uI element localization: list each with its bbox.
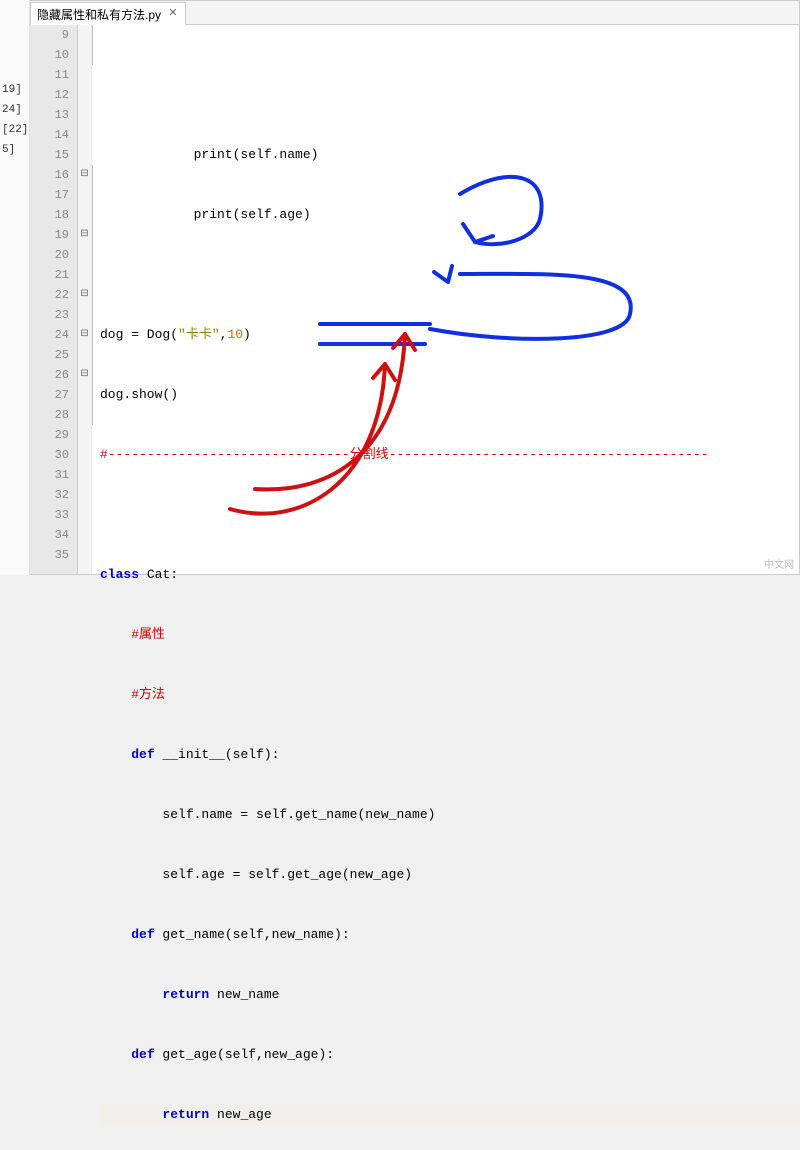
line-number: 26 bbox=[30, 365, 69, 385]
tab-filename: 隐藏属性和私有方法.py bbox=[37, 6, 161, 23]
line-number: 30 bbox=[30, 445, 69, 465]
line-number: 35 bbox=[30, 545, 69, 565]
line-number: 16 bbox=[30, 165, 69, 185]
line-number-gutter: 9101112131415161718192021222324252627282… bbox=[30, 25, 78, 574]
file-tab[interactable]: 隐藏属性和私有方法.py ✕ bbox=[30, 2, 186, 25]
line-number: 18 bbox=[30, 205, 69, 225]
fold-spacer bbox=[78, 25, 91, 45]
code-line[interactable]: self.name = self.get_name(new_name) bbox=[100, 805, 799, 825]
side-panel: 19] 24] [22] 5] bbox=[0, 0, 30, 575]
code-line[interactable]: def get_age(self,new_age): bbox=[100, 1045, 799, 1065]
line-number: 29 bbox=[30, 425, 69, 445]
code-content[interactable]: print(self.name) print(self.age) dog = D… bbox=[92, 25, 799, 574]
code-line[interactable]: dog = Dog("卡卡",10) bbox=[100, 325, 799, 345]
fold-spacer bbox=[78, 485, 91, 505]
fold-spacer bbox=[78, 545, 91, 565]
side-item: [22] bbox=[0, 120, 29, 140]
side-item: 19] bbox=[0, 80, 29, 100]
code-line[interactable]: #方法 bbox=[100, 685, 799, 705]
line-number: 10 bbox=[30, 45, 69, 65]
line-number: 22 bbox=[30, 285, 69, 305]
fold-spacer bbox=[78, 125, 91, 145]
fold-toggle-icon[interactable]: ⊟ bbox=[78, 225, 91, 245]
line-number: 9 bbox=[30, 25, 69, 45]
block-guide bbox=[92, 25, 93, 65]
fold-spacer bbox=[78, 45, 91, 65]
fold-spacer bbox=[78, 465, 91, 485]
fold-spacer bbox=[78, 345, 91, 365]
code-line[interactable]: def __init__(self): bbox=[100, 745, 799, 765]
fold-spacer bbox=[78, 505, 91, 525]
line-number: 12 bbox=[30, 85, 69, 105]
code-line[interactable]: class Cat: bbox=[100, 565, 799, 585]
fold-spacer bbox=[78, 145, 91, 165]
fold-spacer bbox=[78, 265, 91, 285]
tab-bar: 隐藏属性和私有方法.py ✕ bbox=[30, 1, 799, 25]
code-line[interactable]: self.age = self.get_age(new_age) bbox=[100, 865, 799, 885]
editor: 隐藏属性和私有方法.py ✕ 9101112131415161718192021… bbox=[30, 0, 800, 575]
line-number: 13 bbox=[30, 105, 69, 125]
block-guide bbox=[92, 165, 93, 425]
code-line[interactable] bbox=[100, 265, 799, 285]
line-number: 21 bbox=[30, 265, 69, 285]
fold-spacer bbox=[78, 65, 91, 85]
code-area[interactable]: 9101112131415161718192021222324252627282… bbox=[30, 25, 799, 574]
fold-spacer bbox=[78, 385, 91, 405]
fold-spacer bbox=[78, 525, 91, 545]
line-number: 28 bbox=[30, 405, 69, 425]
code-line[interactable]: #-------------------------------分割线-----… bbox=[100, 445, 799, 465]
code-line[interactable]: def get_name(self,new_name): bbox=[100, 925, 799, 945]
fold-spacer bbox=[78, 405, 91, 425]
close-icon[interactable]: ✕ bbox=[167, 8, 179, 20]
code-line[interactable]: dog.show() bbox=[100, 385, 799, 405]
fold-spacer bbox=[78, 185, 91, 205]
code-line[interactable]: print(self.age) bbox=[100, 205, 799, 225]
fold-spacer bbox=[78, 445, 91, 465]
fold-spacer bbox=[78, 305, 91, 325]
side-item: 5] bbox=[0, 140, 29, 160]
code-line[interactable] bbox=[100, 505, 799, 525]
fold-spacer bbox=[78, 85, 91, 105]
code-line[interactable]: return new_name bbox=[100, 985, 799, 1005]
side-item: 24] bbox=[0, 100, 29, 120]
fold-toggle-icon[interactable]: ⊟ bbox=[78, 325, 91, 345]
line-number: 33 bbox=[30, 505, 69, 525]
line-number: 14 bbox=[30, 125, 69, 145]
line-number: 31 bbox=[30, 465, 69, 485]
fold-toggle-icon[interactable]: ⊟ bbox=[78, 165, 91, 185]
line-number: 17 bbox=[30, 185, 69, 205]
line-number: 15 bbox=[30, 145, 69, 165]
line-number: 34 bbox=[30, 525, 69, 545]
line-number: 19 bbox=[30, 225, 69, 245]
line-number: 32 bbox=[30, 485, 69, 505]
line-number: 11 bbox=[30, 65, 69, 85]
line-number: 25 bbox=[30, 345, 69, 365]
line-number: 23 bbox=[30, 305, 69, 325]
fold-spacer bbox=[78, 105, 91, 125]
line-number: 27 bbox=[30, 385, 69, 405]
watermark: 中文网 bbox=[764, 556, 794, 571]
fold-spacer bbox=[78, 245, 91, 265]
code-line[interactable]: print(self.name) bbox=[100, 145, 799, 165]
code-line[interactable]: #属性 bbox=[100, 625, 799, 645]
fold-toggle-icon[interactable]: ⊟ bbox=[78, 365, 91, 385]
line-number: 20 bbox=[30, 245, 69, 265]
code-line[interactable]: return new_age bbox=[100, 1105, 799, 1125]
fold-spacer bbox=[78, 205, 91, 225]
fold-toggle-icon[interactable]: ⊟ bbox=[78, 285, 91, 305]
fold-spacer bbox=[78, 425, 91, 445]
fold-gutter: ⊟ ⊟ ⊟ ⊟ ⊟ bbox=[78, 25, 92, 574]
line-number: 24 bbox=[30, 325, 69, 345]
